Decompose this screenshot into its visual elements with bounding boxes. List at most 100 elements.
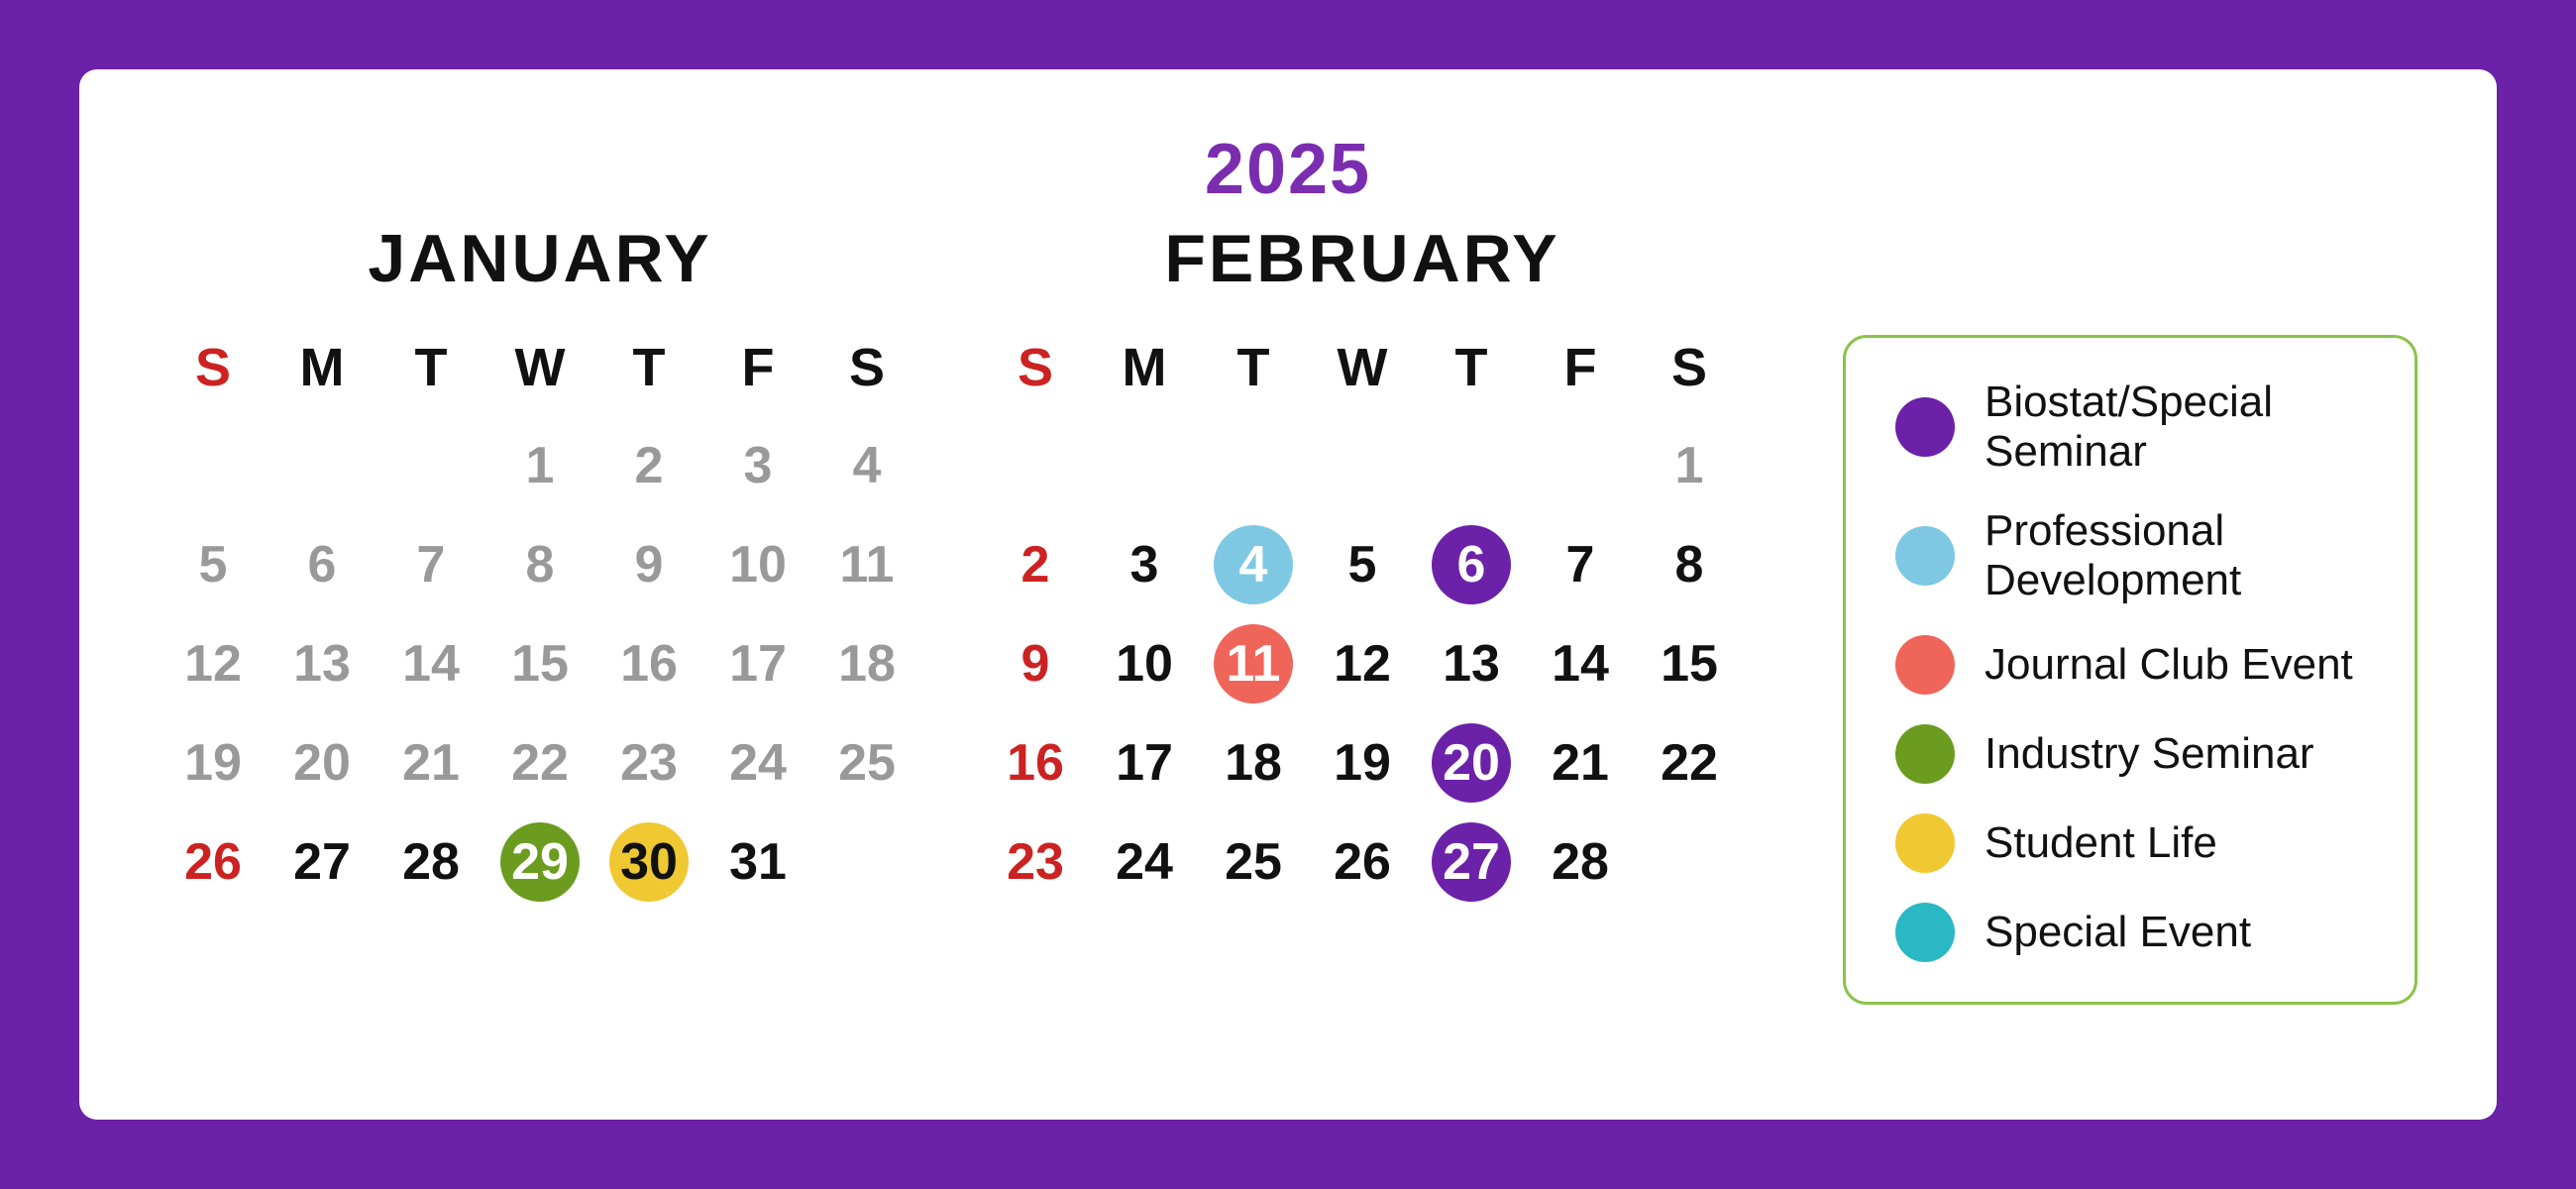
february-title: FEBRUARY xyxy=(981,220,1744,297)
student-label: Student Life xyxy=(1985,818,2217,868)
table-row xyxy=(1417,416,1526,515)
special-dot xyxy=(1895,903,1955,962)
jan-header-fri: F xyxy=(703,327,812,416)
jan-day-29: 29 xyxy=(485,812,594,912)
year-title: 2025 xyxy=(1205,129,1371,210)
table-row: 7 xyxy=(1526,515,1635,614)
table-row xyxy=(1199,416,1308,515)
main-card: 2025 JANUARY S M T W T F S 1 2 3 4 xyxy=(79,69,2497,1120)
table-row: 24 xyxy=(1090,812,1199,912)
jan-header-wed: W xyxy=(485,327,594,416)
feb-6-circle: 6 xyxy=(1432,525,1511,604)
table-row: 14 xyxy=(1526,614,1635,713)
feb-day-16: 16 xyxy=(981,713,1090,812)
table-row: 5 xyxy=(1308,515,1417,614)
jan-header-sun: S xyxy=(159,327,268,416)
feb-20-circle: 20 xyxy=(1432,723,1511,803)
feb-27-circle: 27 xyxy=(1432,822,1511,902)
table-row: 21 xyxy=(376,713,485,812)
journal-dot xyxy=(1895,635,1955,695)
legend-box: Biostat/Special Seminar Professional Dev… xyxy=(1843,335,2417,1005)
biostat-label: Biostat/Special Seminar xyxy=(1985,378,2365,477)
table-row: 17 xyxy=(703,614,812,713)
table-row: 28 xyxy=(376,812,485,912)
table-row xyxy=(1635,812,1744,912)
table-row: 15 xyxy=(1635,614,1744,713)
january-title: JANUARY xyxy=(159,220,921,297)
feb-day-6: 6 xyxy=(1417,515,1526,614)
legend-item-student: Student Life xyxy=(1895,813,2365,873)
february-grid: S M T W T F S 1 2 3 4 5 6 xyxy=(981,327,1744,912)
feb-day-27: 27 xyxy=(1417,812,1526,912)
table-row: 17 xyxy=(1090,713,1199,812)
feb-day-23: 23 xyxy=(981,812,1090,912)
jan-30-circle: 30 xyxy=(609,822,689,902)
jan-header-sat: S xyxy=(812,327,921,416)
prodev-label: Professional Development xyxy=(1985,506,2365,605)
january-calendar: JANUARY S M T W T F S 1 2 3 4 5 6 xyxy=(159,220,921,912)
table-row: 10 xyxy=(703,515,812,614)
feb-header-mon: M xyxy=(1090,327,1199,416)
january-grid: S M T W T F S 1 2 3 4 5 6 7 8 9 xyxy=(159,327,921,912)
table-row xyxy=(1308,416,1417,515)
table-row: 26 xyxy=(159,812,268,912)
feb-header-sun: S xyxy=(981,327,1090,416)
legend-item-special: Special Event xyxy=(1895,903,2365,962)
table-row: 22 xyxy=(1635,713,1744,812)
jan-header-tue: T xyxy=(376,327,485,416)
table-row: 13 xyxy=(1417,614,1526,713)
table-row: 20 xyxy=(268,713,376,812)
table-row: 3 xyxy=(703,416,812,515)
table-row: 11 xyxy=(812,515,921,614)
table-row xyxy=(981,416,1090,515)
jan-day-30: 30 xyxy=(594,812,703,912)
table-row xyxy=(268,416,376,515)
table-row: 2 xyxy=(594,416,703,515)
table-row: 26 xyxy=(1308,812,1417,912)
table-row: 18 xyxy=(1199,713,1308,812)
table-row: 24 xyxy=(703,713,812,812)
table-row: 9 xyxy=(594,515,703,614)
table-row: 10 xyxy=(1090,614,1199,713)
table-row: 5 xyxy=(159,515,268,614)
calendars-row: JANUARY S M T W T F S 1 2 3 4 5 6 xyxy=(159,220,2417,1060)
table-row: 25 xyxy=(812,713,921,812)
table-row xyxy=(812,812,921,912)
feb-day-11: 11 xyxy=(1199,614,1308,713)
table-row: 22 xyxy=(485,713,594,812)
table-row: 25 xyxy=(1199,812,1308,912)
feb-header-tue: T xyxy=(1199,327,1308,416)
jan-29-circle: 29 xyxy=(500,822,580,902)
table-row: 19 xyxy=(1308,713,1417,812)
table-row: 13 xyxy=(268,614,376,713)
table-row: 7 xyxy=(376,515,485,614)
table-row: 4 xyxy=(812,416,921,515)
table-row: 1 xyxy=(485,416,594,515)
feb-11-circle: 11 xyxy=(1214,624,1293,703)
prodev-dot xyxy=(1895,526,1955,586)
table-row: 3 xyxy=(1090,515,1199,614)
table-row: 19 xyxy=(159,713,268,812)
table-row xyxy=(376,416,485,515)
feb-header-thu: T xyxy=(1417,327,1526,416)
feb-header-fri: F xyxy=(1526,327,1635,416)
table-row: 14 xyxy=(376,614,485,713)
legend-item-journal: Journal Club Event xyxy=(1895,635,2365,695)
feb-header-wed: W xyxy=(1308,327,1417,416)
special-label: Special Event xyxy=(1985,908,2251,957)
table-row: 12 xyxy=(1308,614,1417,713)
table-row: 8 xyxy=(1635,515,1744,614)
feb-4-circle: 4 xyxy=(1214,525,1293,604)
feb-day-9: 9 xyxy=(981,614,1090,713)
table-row: 27 xyxy=(268,812,376,912)
table-row: 15 xyxy=(485,614,594,713)
student-dot xyxy=(1895,813,1955,873)
legend-item-prodev: Professional Development xyxy=(1895,506,2365,605)
feb-day-2: 2 xyxy=(981,515,1090,614)
february-calendar: FEBRUARY S M T W T F S 1 2 3 xyxy=(981,220,1744,912)
industry-label: Industry Seminar xyxy=(1985,729,2314,779)
table-row xyxy=(1090,416,1199,515)
table-row: 28 xyxy=(1526,812,1635,912)
legend-item-biostat: Biostat/Special Seminar xyxy=(1895,378,2365,477)
journal-label: Journal Club Event xyxy=(1985,640,2353,690)
